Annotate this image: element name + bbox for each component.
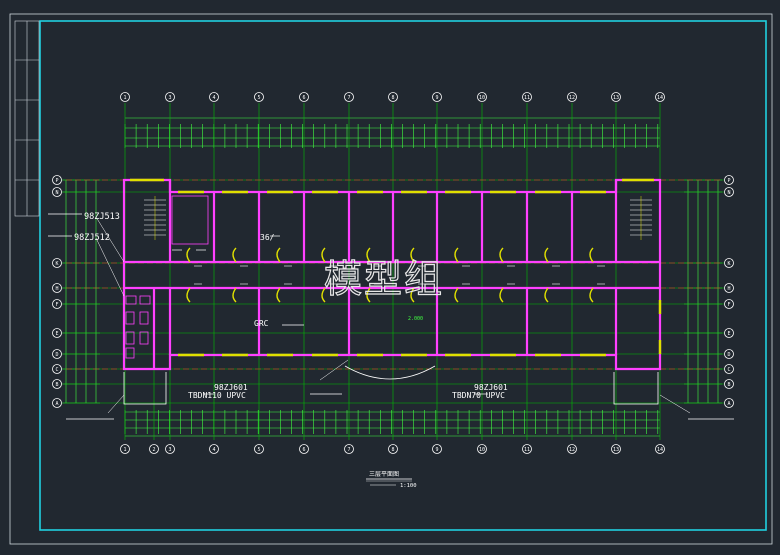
axis-bubble-label: 7 (347, 447, 350, 453)
axis-bubble-label: 12 (569, 447, 575, 453)
axis-bubble-label: N (55, 190, 58, 196)
axis-bubble-label: D (727, 352, 730, 358)
axis-bubble-label: 6 (302, 447, 305, 453)
stair-left (144, 196, 166, 240)
grc-label: GRC (254, 319, 269, 328)
axis-bubble-label: 5 (257, 447, 260, 453)
door-arc (186, 287, 191, 303)
axis-bubble-label: B (727, 382, 730, 388)
door-arc (232, 287, 237, 303)
door-arc (499, 287, 504, 303)
axis-bubble-label: 14 (657, 447, 663, 453)
axis-bubble-label: E (55, 331, 58, 337)
small-labels (48, 213, 734, 420)
axis-bubble-label: A (55, 401, 58, 407)
axis-bubble-label: 1 (123, 447, 126, 453)
axis-bubble-label: 10 (479, 447, 485, 453)
stair-right (630, 196, 652, 240)
axis-bubble-label: 10 (479, 95, 485, 101)
axis-bubble-label: P (55, 178, 58, 184)
axis-bubble-label: H (55, 286, 58, 292)
axis-bubble-label: 1 (123, 95, 126, 101)
door-arc (232, 247, 237, 263)
drawing-title: 三层平面图 1:100 (366, 471, 417, 489)
door-right-spec: TBDN70 UPVC (452, 391, 505, 400)
drawing-title-text: 三层平面图 (369, 471, 399, 478)
axis-bubble-label: 4 (212, 95, 215, 101)
door-arc (589, 247, 594, 263)
axis-bubble-label: 11 (524, 95, 530, 101)
axis-bubble-label: E (727, 331, 730, 337)
axis-bubble-label: 7 (347, 95, 350, 101)
axis-bubble-label: 4 (212, 447, 215, 453)
axis-bubble-label: 3 (168, 95, 171, 101)
annotations: 98ZJ513 98ZJ512 36/ GRC 2.000 98ZJ601 TB… (48, 212, 734, 420)
room-tag: 36/ (260, 233, 275, 242)
axis-bubble-label: 3 (168, 447, 171, 453)
axis-bubble-label: 6 (302, 95, 305, 101)
door-arc (544, 287, 549, 303)
axis-bubble-label: K (55, 261, 58, 267)
watermark: 模型组 (324, 257, 444, 301)
door-arc (454, 287, 459, 303)
axis-bubble-label: N (727, 190, 730, 196)
ref-98zj512: 98ZJ512 (74, 233, 110, 243)
axis-bubble-label: C (727, 367, 730, 373)
level-mark: 2.000 (408, 316, 423, 322)
door-arc (499, 247, 504, 263)
drawing-scale: 1:100 (400, 483, 417, 489)
axis-bubble-label: 2 (152, 447, 155, 453)
door-left-spec: TBDN110 UPVC (188, 391, 246, 400)
axis-bubble-label: 11 (524, 447, 530, 453)
axis-bubble-label: D (55, 352, 58, 358)
door-arc (276, 247, 281, 263)
axis-bubble-label: P (727, 178, 730, 184)
door-arc (454, 247, 459, 263)
door-arc (276, 287, 281, 303)
axis-bubble-label: B (55, 382, 58, 388)
axis-bubble-label: A (727, 401, 730, 407)
axis-bubble-label: H (727, 286, 730, 292)
axis-bubble-label: C (55, 367, 58, 373)
axis-bubble-label: F (727, 302, 730, 308)
axis-bubble-label: 9 (435, 95, 438, 101)
door-arc (589, 287, 594, 303)
axis-bubble-label: 5 (257, 95, 260, 101)
axis-bubble-label: K (727, 261, 730, 267)
axis-bubble-label: F (55, 302, 58, 308)
axis-bubble-label: 9 (435, 447, 438, 453)
door-arc (186, 247, 191, 263)
axis-bubble-label: 8 (391, 95, 394, 101)
axis-bubble-label: 13 (613, 447, 619, 453)
axis-bubble-label: 13 (613, 95, 619, 101)
axis-bubble-label: 8 (391, 447, 394, 453)
title-strip (14, 20, 40, 217)
axis-bubble-label: 12 (569, 95, 575, 101)
ref-98zj513: 98ZJ513 (84, 212, 120, 222)
door-arc (544, 247, 549, 263)
axis-bubble-label: 14 (657, 95, 663, 101)
cad-drawing: 1 3 4 5 6 7 8 9 10 11 12 13 141 2 3 4 5 6 7 8 9 10 11 12 13 14P PN… (9, 13, 773, 545)
toilet-fixtures (125, 195, 209, 359)
